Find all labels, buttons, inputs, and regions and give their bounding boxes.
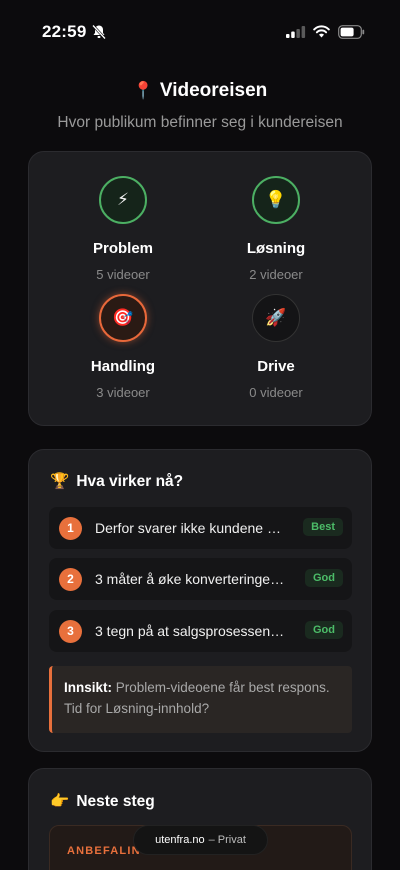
list-item[interactable]: 2 3 måter å øke konverteringe… God: [49, 558, 352, 600]
pin-icon: 📍: [132, 81, 154, 100]
status-badge: Best: [303, 518, 343, 536]
stage-name: Problem: [92, 240, 153, 257]
stage-handling[interactable]: 🎯 Handling 3 videoer: [48, 294, 198, 400]
toast-private: – Privat: [208, 834, 246, 846]
rank-number: 1: [59, 516, 82, 540]
next-step-title: 👉 Neste steg: [50, 792, 155, 811]
list-item[interactable]: 1 Derfor svarer ikke kundene … Best: [49, 507, 352, 549]
trophy-icon: 🏆: [50, 473, 70, 490]
target-icon: 🎯: [99, 294, 147, 342]
browser-domain-toast: utenfra.no – Privat: [133, 825, 268, 855]
stage-name: Handling: [90, 358, 156, 375]
status-badge: God: [305, 569, 343, 587]
stage-count: 2 videoer: [249, 267, 303, 282]
lightbulb-icon: 💡: [252, 176, 300, 224]
status-badge: God: [305, 621, 343, 639]
what-works-card: 🏆 Hva virker nå? 1 Derfor svarer ikke ku…: [28, 449, 372, 752]
stage-losning[interactable]: 💡 Løsning 2 videoer: [201, 176, 351, 282]
signal-icon: [286, 26, 306, 38]
video-title: 3 måter å øke konverteringe…: [95, 571, 285, 587]
page-header: 📍 Videoreisen Hvor publikum befinner seg…: [0, 80, 400, 132]
status-time: 22:59: [42, 22, 87, 41]
rocket-icon: 🚀: [252, 294, 300, 342]
stage-drive[interactable]: 🚀 Drive 0 videoer: [201, 294, 351, 400]
stage-name: Drive: [257, 358, 295, 375]
what-works-title: 🏆 Hva virker nå?: [50, 472, 183, 491]
list-item[interactable]: 3 3 tegn på at salgsprosessen… God: [49, 610, 352, 652]
what-works-title-text: Hva virker nå?: [76, 472, 184, 490]
insight-box: Innsikt: Problem-videoene får best respo…: [49, 666, 352, 733]
toast-domain: utenfra.no: [155, 834, 205, 846]
journey-card: ⚡ Problem 5 videoer 💡 Løsning 2 videoer …: [28, 151, 372, 426]
stage-count: 3 videoer: [96, 385, 150, 400]
page-subtitle: Hvor publikum befinner seg i kundereisen: [57, 114, 343, 131]
stage-count: 5 videoer: [96, 267, 150, 282]
page-title-text: Videoreisen: [159, 80, 268, 101]
rank-number: 3: [59, 619, 82, 643]
next-step-title-text: Neste steg: [76, 792, 155, 810]
pointing-hand-icon: 👉: [50, 793, 70, 810]
stage-count: 0 videoer: [249, 385, 303, 400]
page-title: 📍 Videoreisen: [0, 80, 400, 102]
battery-icon: [338, 25, 365, 39]
silent-bell-icon: [92, 24, 106, 40]
stage-name: Løsning: [246, 240, 306, 257]
wifi-icon: [313, 25, 330, 38]
stage-problem[interactable]: ⚡ Problem 5 videoer: [48, 176, 198, 282]
status-bar: 22:59: [0, 0, 400, 62]
video-title: 3 tegn på at salgsprosessen…: [95, 623, 285, 639]
video-title: Derfor svarer ikke kundene …: [95, 520, 281, 536]
rank-number: 2: [59, 567, 82, 591]
lightning-icon: ⚡: [99, 176, 147, 224]
insight-label: Innsikt:: [64, 680, 113, 695]
